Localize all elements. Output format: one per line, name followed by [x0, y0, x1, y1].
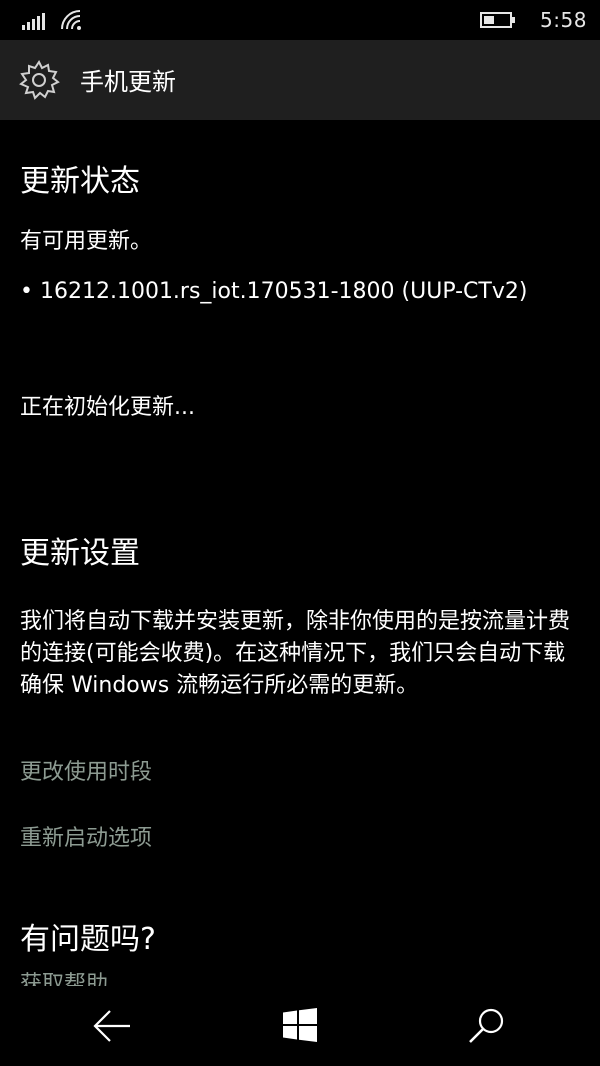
back-arrow-icon[interactable]: [92, 1008, 132, 1044]
status-bar: 5:58: [0, 0, 600, 40]
update-status-heading: 更新状态: [20, 164, 140, 199]
page-title: 手机更新: [80, 68, 176, 96]
wifi-icon: [61, 10, 81, 30]
navigation-bar: [0, 986, 600, 1066]
restart-options-link[interactable]: 重新启动选项: [20, 820, 152, 852]
search-icon[interactable]: [467, 1006, 507, 1046]
get-help-link[interactable]: 获取帮助: [20, 966, 108, 986]
status-clock: 5:58: [540, 8, 587, 32]
update-settings-description: 我们将自动下载并安装更新，除非你使用的是按流量计费的连接(可能会收费)。在这种情…: [20, 609, 571, 698]
signal-strength-icon: [22, 13, 45, 30]
battery-icon: [480, 12, 515, 28]
gear-icon: [19, 60, 60, 100]
windows-logo-icon[interactable]: [283, 1008, 317, 1042]
update-progress-text: 正在初始化更新...: [20, 395, 195, 420]
change-active-hours-link[interactable]: 更改使用时段: [20, 754, 152, 786]
update-settings-heading: 更新设置: [20, 536, 140, 571]
page-header: 手机更新: [0, 40, 600, 120]
content-area[interactable]: 更新状态 有可用更新。 • 16212.1001.rs_iot.170531-1…: [0, 120, 600, 986]
help-heading: 有问题吗?: [20, 922, 156, 957]
update-item: • 16212.1001.rs_iot.170531-1800 (UUP-CTv…: [20, 279, 528, 304]
update-available-text: 有可用更新。: [20, 229, 153, 254]
